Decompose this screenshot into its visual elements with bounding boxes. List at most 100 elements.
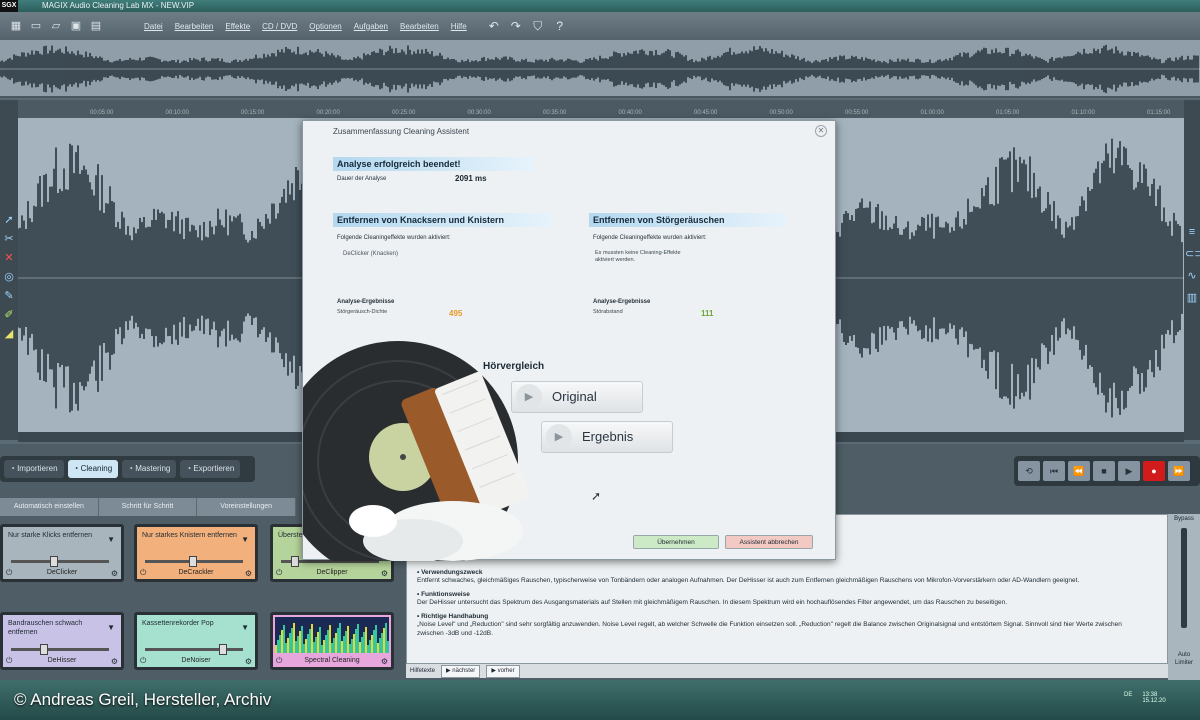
spectrum-view-icon[interactable]: ▥ [1185,290,1199,306]
slider-knob[interactable] [40,644,49,655]
mode-tab-cleaning[interactable]: ◔ Cleaning [67,460,119,478]
play-original-button[interactable]: ▶ Original [511,381,643,413]
pointer-tool-icon[interactable]: ➚ [2,212,16,228]
limiter-button[interactable]: Limiter [1168,660,1200,666]
gear-icon[interactable]: ⚙ [111,657,118,666]
gear-icon[interactable]: ⚙ [381,657,388,666]
effect-slider[interactable] [11,644,109,655]
power-icon[interactable]: ⏻ [6,656,12,666]
step-tab[interactable]: Voreinstellungen [197,498,297,516]
effect-slider[interactable] [145,644,243,655]
fast-forward-button[interactable]: ⏩ [1168,461,1190,481]
copyright-overlay: © Andreas Greil, Hersteller, Archiv [14,690,272,709]
slider-knob[interactable] [290,556,299,567]
timeline-ruler[interactable]: 00:05:00 00:10:00 00:15:00 00:20:00 00:25:00… [18,100,1184,118]
slider-knob[interactable] [189,556,198,567]
dropdown-arrow-icon[interactable]: ▼ [107,623,115,632]
effect-module-declicker[interactable]: Nur starke Klicks entfernen ▼ DeClicker ⏻ ⚙ [0,524,124,582]
dropdown-arrow-icon[interactable]: ▼ [107,535,115,544]
redo-icon[interactable]: ↷ [508,18,524,34]
power-icon[interactable]: ⏻ [276,656,282,666]
mode-tabs: ◔ Importieren ◔ Cleaning ◔ Mastering ◔ Expo… [0,456,255,482]
effect-module-denoiser[interactable]: Kassettenrekorder Pop ▼ DeNoiser ⏻ ⚙ [134,612,258,670]
loop-icon[interactable]: ⊂⊃ [1185,246,1200,262]
loop-button[interactable]: ⟲ [1018,461,1040,481]
power-icon[interactable]: ⏻ [140,568,146,578]
gear-icon[interactable]: ⚙ [245,569,252,578]
delete-tool-icon[interactable]: ✕ [2,250,16,266]
save-icon[interactable]: ▣ [68,18,84,34]
vinyl-brush-graphic [278,341,530,581]
step-tab[interactable]: Automatisch einstellen [0,498,99,516]
mode-tab-exportieren[interactable]: ◔ Exportieren [180,460,241,478]
play-button[interactable]: ▶ [1118,461,1140,481]
clicks-heading: Entfernen von Knacksern und Knistern [333,213,553,227]
effect-module-dehisser[interactable]: Bandrauschen schwach entfernen ▼ DeHisser ⏻… [0,612,124,670]
shield-icon[interactable]: ⛉ [530,18,546,34]
bypass-button[interactable]: Bypass [1168,516,1200,522]
open-folder-icon[interactable]: ▱ [48,18,64,34]
close-icon[interactable]: ✕ [815,125,827,137]
menu-item-bearbeiten[interactable]: Bearbeiten [400,22,439,31]
menu-item-hilfe[interactable]: Hilfe [451,22,467,31]
effect-module-decrackler[interactable]: Nur starkes Knistern entfernen ▼ DeCrackle… [134,524,258,582]
timeline-tick: 00:30:00 [467,110,491,116]
wave-view-icon[interactable]: ∿ [1185,268,1199,284]
volume-tool-icon[interactable]: ◢ [2,326,16,342]
menu-item-bearbeiten[interactable]: Bearbeiten [175,22,214,31]
effect-footer-label: DeClicker [46,569,78,576]
menu-item-aufgaben[interactable]: Aufgaben [354,22,388,31]
desc-section-title: • Richtige Handhabung [417,613,489,620]
cancel-assistant-button[interactable]: Assistent abbrechen [725,535,813,549]
power-icon[interactable]: ⏻ [140,656,146,666]
record-button[interactable]: ● [1143,461,1165,481]
left-tool-strip: ➚ ✂ ✕ ◎ ✎ ✐ ◢ [0,100,18,440]
menu-item-effekte[interactable]: Effekte [225,22,250,31]
print-icon[interactable]: ▤ [88,18,104,34]
pen-tool-icon[interactable]: ✎ [2,288,16,304]
effect-slider[interactable] [145,556,243,567]
dropdown-arrow-icon[interactable]: ▼ [241,535,249,544]
menu-item-cd-dvd[interactable]: CD / DVD [262,22,297,31]
power-icon[interactable]: ⏻ [276,568,282,578]
clock[interactable]: 13:38 15.12.20 [1142,692,1165,704]
desc-section-text: Der DeHisser untersucht das Spektrum des… [417,599,1007,606]
rewind-start-button[interactable]: ⏮ [1043,461,1065,481]
help-icon[interactable]: ? [552,18,568,34]
slider-knob[interactable] [50,556,59,567]
master-fader[interactable] [1181,528,1187,628]
rewind-button[interactable]: ⏪ [1068,461,1090,481]
app-menu-icon[interactable]: ▦ [8,18,24,34]
gear-icon[interactable]: ⚙ [245,657,252,666]
cut-tool-icon[interactable]: ✂ [2,231,16,247]
mode-tab-mastering[interactable]: ◔ Mastering [122,460,177,478]
step-tab[interactable]: Schritt für Schritt [99,498,198,516]
effect-slider[interactable] [11,556,109,567]
effect-name: Bandrauschen schwach entfernen [8,620,83,636]
menu-item-datei[interactable]: Datei [144,22,163,31]
language-indicator[interactable]: DE [1124,692,1132,704]
stop-button[interactable]: ■ [1093,461,1115,481]
menu-item-optionen[interactable]: Optionen [309,22,341,31]
timeline-tick: 00:45:00 [694,110,718,116]
dropdown-arrow-icon[interactable]: ▼ [241,623,249,632]
draw-tool-icon[interactable]: ✐ [2,307,16,323]
power-icon[interactable]: ⏻ [6,568,12,578]
effect-module-spectral-cleaning[interactable]: Spectral Cleaning ⏻ ⚙ [270,612,394,670]
mode-tab-importieren[interactable]: ◔ Importieren [4,460,64,478]
play-result-button[interactable]: ▶ Ergebnis [541,421,673,453]
zoom-tool-icon[interactable]: ◎ [2,269,16,285]
gear-icon[interactable]: ⚙ [381,569,388,578]
gear-icon[interactable]: ⚙ [111,569,118,578]
apply-button[interactable]: Übernehmen [633,535,719,549]
new-file-icon[interactable]: ▭ [28,18,44,34]
overview-waveform-graphic [0,44,1200,94]
overview-waveform[interactable] [0,40,1200,98]
undo-icon[interactable]: ↶ [486,18,502,34]
list-view-icon[interactable]: ≡ [1185,224,1199,240]
slider-knob[interactable] [218,644,227,655]
help-prev-button[interactable]: ▶ vorher [486,665,520,678]
auto-button[interactable]: Auto [1168,652,1200,658]
play-result-label: Ergebnis [582,429,634,444]
help-next-button[interactable]: ▶ nächster [441,665,481,678]
